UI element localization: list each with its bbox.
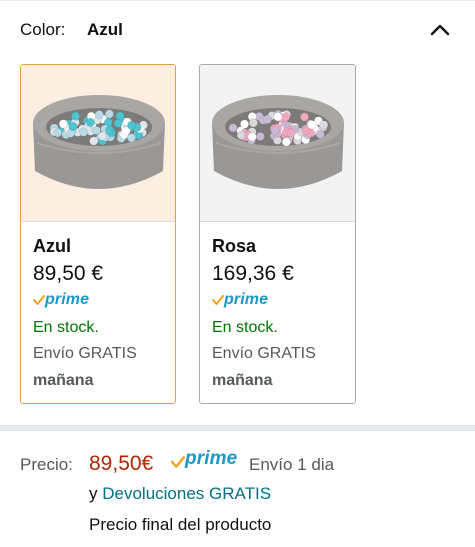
ball-pit-image	[33, 95, 165, 189]
price-label: Precio:	[20, 455, 73, 474]
card-divider	[21, 221, 175, 222]
stock-status: En stock.	[212, 319, 278, 336]
prime-label: prime	[45, 291, 90, 308]
color-option-rosa[interactable]: Rosa 169,36 € prime En stock. Envío GRAT…	[199, 64, 356, 404]
product-image-rosa	[200, 65, 355, 221]
prime-check-icon	[171, 456, 185, 468]
option-name: Azul	[33, 236, 71, 256]
price-value: 89,50€	[89, 452, 154, 475]
final-price-note: Precio final del producto	[89, 515, 272, 534]
prime-badge: prime	[171, 448, 243, 475]
returns-info: y Devoluciones GRATIS	[89, 484, 271, 504]
section-separator	[0, 425, 475, 431]
returns-prefix: y	[89, 484, 98, 503]
price-summary: Precio: 89,50€ prime Envío 1 dia	[20, 448, 460, 478]
prime-check-icon	[212, 295, 224, 305]
selected-color-value: Azul	[87, 20, 123, 39]
option-price: 169,36 €	[212, 262, 294, 285]
option-price: 89,50 €	[33, 262, 104, 285]
chevron-up-icon[interactable]	[429, 22, 451, 38]
delivery-day: mañana	[33, 372, 94, 389]
shipping-info: Envío GRATIS	[33, 345, 137, 362]
color-option-azul[interactable]: Azul 89,50 € prime En stock. Envío GRATI…	[20, 64, 176, 404]
prime-label: prime	[185, 448, 238, 469]
top-divider	[0, 0, 475, 1]
ball-pit-image	[212, 95, 344, 189]
product-image-azul	[21, 65, 175, 221]
shipping-info: Envío GRATIS	[212, 345, 316, 362]
delivery-estimate: Envío 1 dia	[249, 455, 335, 474]
prime-check-icon	[33, 295, 45, 305]
card-divider	[200, 221, 355, 222]
option-name: Rosa	[212, 236, 257, 256]
color-label: Color:	[20, 20, 66, 39]
free-returns-link[interactable]: Devoluciones GRATIS	[102, 484, 271, 503]
color-selector-header[interactable]: Color: Azul	[20, 18, 455, 44]
stock-status: En stock.	[33, 319, 99, 336]
delivery-day: mañana	[212, 372, 273, 389]
prime-label: prime	[224, 291, 269, 308]
